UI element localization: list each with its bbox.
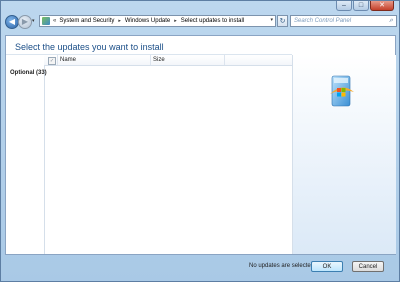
address-bar[interactable]: « System and Security ▸ Windows Update ▸…	[39, 15, 276, 27]
status-bar: No updates are selected. OK Cancel	[5, 257, 396, 277]
back-button[interactable]: ◀	[5, 15, 19, 29]
category-optional[interactable]: Optional (33)	[10, 70, 47, 76]
update-list-header: ✓ Name Size	[44, 55, 292, 66]
breadcrumb-system-and-security[interactable]: System and Security	[59, 18, 114, 24]
breadcrumb-overflow[interactable]: «	[53, 18, 56, 24]
breadcrumb-windows-update[interactable]: Windows Update	[125, 18, 170, 24]
forward-button[interactable]: ▶	[18, 15, 32, 29]
breadcrumb-select-updates[interactable]: Select updates to install	[181, 18, 244, 24]
address-dropdown-icon[interactable]: ▾	[270, 17, 273, 23]
navigation-bar: ◀ ▶ ▾ « System and Security ▸ Windows Up…	[5, 15, 397, 29]
column-divider[interactable]	[150, 55, 151, 65]
minimize-button[interactable]: –	[336, 1, 352, 11]
close-button[interactable]: ✕	[370, 1, 394, 11]
search-placeholder: Search Control Panel	[294, 18, 352, 24]
ok-button[interactable]: OK	[311, 261, 343, 272]
search-icon[interactable]: ⌕	[389, 17, 393, 25]
column-header-name[interactable]: Name	[60, 57, 76, 63]
page-title: Select the updates you want to install	[15, 42, 164, 52]
search-input[interactable]: Search Control Panel ⌕	[290, 15, 397, 27]
breadcrumb-separator-icon[interactable]: ▸	[174, 18, 177, 24]
category-list: Optional (33)	[6, 55, 47, 254]
select-all-checkbox[interactable]: ✓	[48, 57, 56, 65]
title-bar-controls: – □ ✕	[336, 1, 394, 11]
maximize-button[interactable]: □	[353, 1, 369, 11]
windows-update-icon	[330, 75, 354, 107]
details-panel	[292, 55, 396, 254]
recent-pages-dropdown[interactable]: ▾	[32, 18, 35, 24]
selection-status: No updates are selected.	[249, 263, 316, 269]
content-pane: Select the updates you want to install O…	[5, 35, 396, 255]
refresh-button[interactable]: ↻	[277, 15, 288, 27]
window: – □ ✕ ◀ ▶ ▾ « System and Security ▸ Wind…	[0, 0, 400, 282]
cancel-button[interactable]: Cancel	[352, 261, 384, 272]
column-divider[interactable]	[57, 55, 58, 65]
column-header-size[interactable]: Size	[153, 57, 165, 63]
control-panel-icon	[42, 17, 50, 25]
breadcrumb-separator-icon[interactable]: ▸	[118, 18, 121, 24]
column-divider[interactable]	[224, 55, 225, 65]
